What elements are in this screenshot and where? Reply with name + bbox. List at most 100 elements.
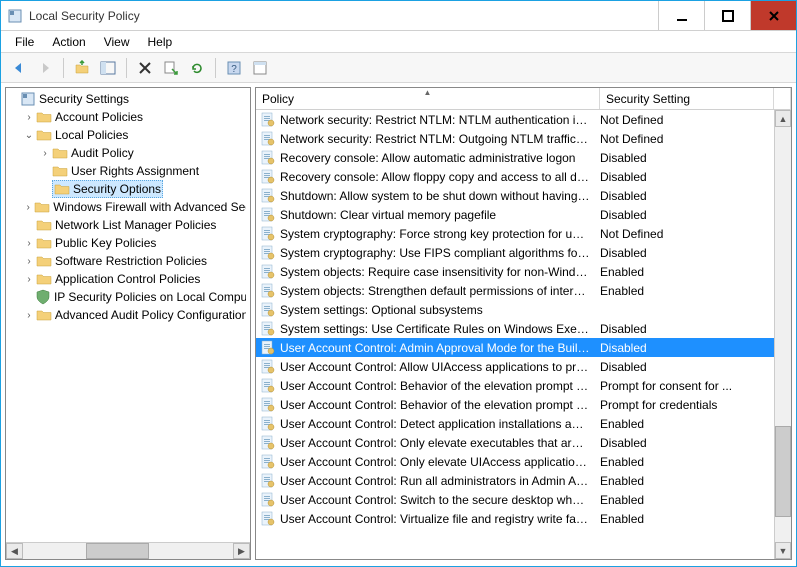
scroll-up-arrow[interactable]: ▲: [775, 110, 791, 127]
policy-name: User Account Control: Run all administra…: [280, 474, 600, 488]
list-row[interactable]: User Account Control: Run all administra…: [256, 471, 774, 490]
list-row[interactable]: Recovery console: Allow floppy copy and …: [256, 167, 774, 186]
help-button[interactable]: ?: [222, 56, 246, 80]
policy-name: User Account Control: Only elevate execu…: [280, 436, 600, 450]
list-row[interactable]: System objects: Require case insensitivi…: [256, 262, 774, 281]
policy-name: User Account Control: Virtualize file an…: [280, 512, 600, 526]
tree-item[interactable]: Security Options: [6, 180, 250, 198]
scroll-right-arrow[interactable]: ▶: [233, 543, 250, 559]
tree-item[interactable]: ⌄Local Policies: [6, 126, 250, 144]
list-row[interactable]: User Account Control: Allow UIAccess app…: [256, 357, 774, 376]
list-row[interactable]: User Account Control: Detect application…: [256, 414, 774, 433]
list-row[interactable]: User Account Control: Admin Approval Mod…: [256, 338, 774, 357]
list-row[interactable]: Shutdown: Clear virtual memory pagefileD…: [256, 205, 774, 224]
tree-item[interactable]: ›Windows Firewall with Advanced Security: [6, 198, 250, 216]
tree-pane: Security Settings › Account Policies ⌄Local…: [5, 87, 251, 560]
list-row[interactable]: User Account Control: Only elevate UIAcc…: [256, 452, 774, 471]
menu-action[interactable]: Action: [44, 33, 93, 51]
toolbar: ?: [1, 53, 796, 83]
policy-setting: Disabled: [600, 322, 774, 336]
policy-name: User Account Control: Behavior of the el…: [280, 398, 600, 412]
list-row[interactable]: Shutdown: Allow system to be shut down w…: [256, 186, 774, 205]
policy-setting: Not Defined: [600, 113, 774, 127]
policy-icon: [260, 397, 276, 413]
tree-horizontal-scrollbar[interactable]: ◀ ▶: [6, 542, 250, 559]
scroll-track[interactable]: [23, 543, 233, 559]
policy-icon: [260, 112, 276, 128]
tree-item[interactable]: ›Public Key Policies: [6, 234, 250, 252]
scroll-thumb[interactable]: [86, 543, 149, 559]
list-row[interactable]: Recovery console: Allow automatic admini…: [256, 148, 774, 167]
list-row[interactable]: System objects: Strengthen default permi…: [256, 281, 774, 300]
expander-icon[interactable]: ›: [22, 256, 36, 267]
list-vertical-scrollbar[interactable]: ▲ ▼: [774, 110, 791, 559]
policy-name: System objects: Require case insensitivi…: [280, 265, 600, 279]
list-row[interactable]: System cryptography: Use FIPS compliant …: [256, 243, 774, 262]
tree-body[interactable]: Security Settings › Account Policies ⌄Local…: [6, 88, 250, 542]
list-row[interactable]: User Account Control: Switch to the secu…: [256, 490, 774, 509]
policy-setting: Not Defined: [600, 132, 774, 146]
list-row[interactable]: Network security: Restrict NTLM: NTLM au…: [256, 110, 774, 129]
policy-name: Recovery console: Allow automatic admini…: [280, 151, 600, 165]
list-body[interactable]: Network security: Restrict NTLM: NTLM au…: [256, 110, 774, 559]
tree-item[interactable]: User Rights Assignment: [6, 162, 250, 180]
tree-item[interactable]: › Software Restriction Policies: [6, 252, 250, 270]
expander-icon[interactable]: ›: [22, 112, 36, 123]
list-row[interactable]: User Account Control: Only elevate execu…: [256, 433, 774, 452]
tree-item[interactable]: Network List Manager Policies: [6, 216, 250, 234]
list-row[interactable]: System settings: Use Certificate Rules o…: [256, 319, 774, 338]
expander-icon[interactable]: ›: [22, 274, 36, 285]
show-hide-tree-button[interactable]: [96, 56, 120, 80]
scroll-down-arrow[interactable]: ▼: [775, 542, 791, 559]
list-row[interactable]: User Account Control: Virtualize file an…: [256, 509, 774, 528]
toolbar-separator: [126, 58, 127, 78]
back-button[interactable]: [7, 56, 31, 80]
tree-item[interactable]: ›Application Control Policies: [6, 270, 250, 288]
policy-icon: [260, 321, 276, 337]
menu-view[interactable]: View: [96, 33, 138, 51]
minimize-button[interactable]: [658, 1, 704, 30]
tree-root[interactable]: Security Settings: [6, 90, 250, 108]
expander-icon[interactable]: ›: [38, 148, 52, 159]
scroll-left-arrow[interactable]: ◀: [6, 543, 23, 559]
menu-file[interactable]: File: [7, 33, 42, 51]
scroll-thumb[interactable]: [775, 426, 791, 517]
scroll-track[interactable]: [775, 127, 791, 542]
svg-text:?: ?: [231, 64, 237, 75]
expander-icon[interactable]: ›: [22, 238, 36, 249]
tree-item[interactable]: › Account Policies: [6, 108, 250, 126]
tree-item[interactable]: › Audit Policy: [6, 144, 250, 162]
properties-button[interactable]: [248, 56, 272, 80]
list-row[interactable]: System cryptography: Force strong key pr…: [256, 224, 774, 243]
tree-node-label: Software Restriction Policies: [55, 254, 207, 268]
column-header-setting[interactable]: Security Setting: [600, 88, 774, 109]
export-button[interactable]: [159, 56, 183, 80]
toolbar-separator: [215, 58, 216, 78]
list-row[interactable]: User Account Control: Behavior of the el…: [256, 376, 774, 395]
menu-help[interactable]: Help: [140, 33, 181, 51]
policy-setting: Enabled: [600, 284, 774, 298]
column-header-policy[interactable]: ▲ Policy: [256, 88, 600, 109]
policy-icon: [260, 131, 276, 147]
forward-button[interactable]: [33, 56, 57, 80]
maximize-button[interactable]: [704, 1, 750, 30]
policy-name: Shutdown: Clear virtual memory pagefile: [280, 208, 600, 222]
tree-node-label: IP Security Policies on Local Computer: [54, 290, 246, 304]
tree-item[interactable]: ›Advanced Audit Policy Configuration: [6, 306, 250, 324]
expander-icon[interactable]: ›: [22, 202, 34, 213]
tree-node-label: Account Policies: [55, 110, 143, 124]
list-row[interactable]: System settings: Optional subsystems: [256, 300, 774, 319]
policy-setting: Enabled: [600, 512, 774, 526]
list-row[interactable]: User Account Control: Behavior of the el…: [256, 395, 774, 414]
tree-node-label: Audit Policy: [71, 146, 134, 160]
up-button[interactable]: [70, 56, 94, 80]
close-button[interactable]: [750, 1, 796, 30]
expander-icon[interactable]: ›: [22, 310, 36, 321]
refresh-button[interactable]: [185, 56, 209, 80]
list-row[interactable]: Network security: Restrict NTLM: Outgoin…: [256, 129, 774, 148]
delete-button[interactable]: [133, 56, 157, 80]
policy-name: User Account Control: Allow UIAccess app…: [280, 360, 600, 374]
tree-item[interactable]: IP Security Policies on Local Computer: [6, 288, 250, 306]
policy-icon: [260, 454, 276, 470]
expander-icon[interactable]: ⌄: [22, 130, 36, 141]
